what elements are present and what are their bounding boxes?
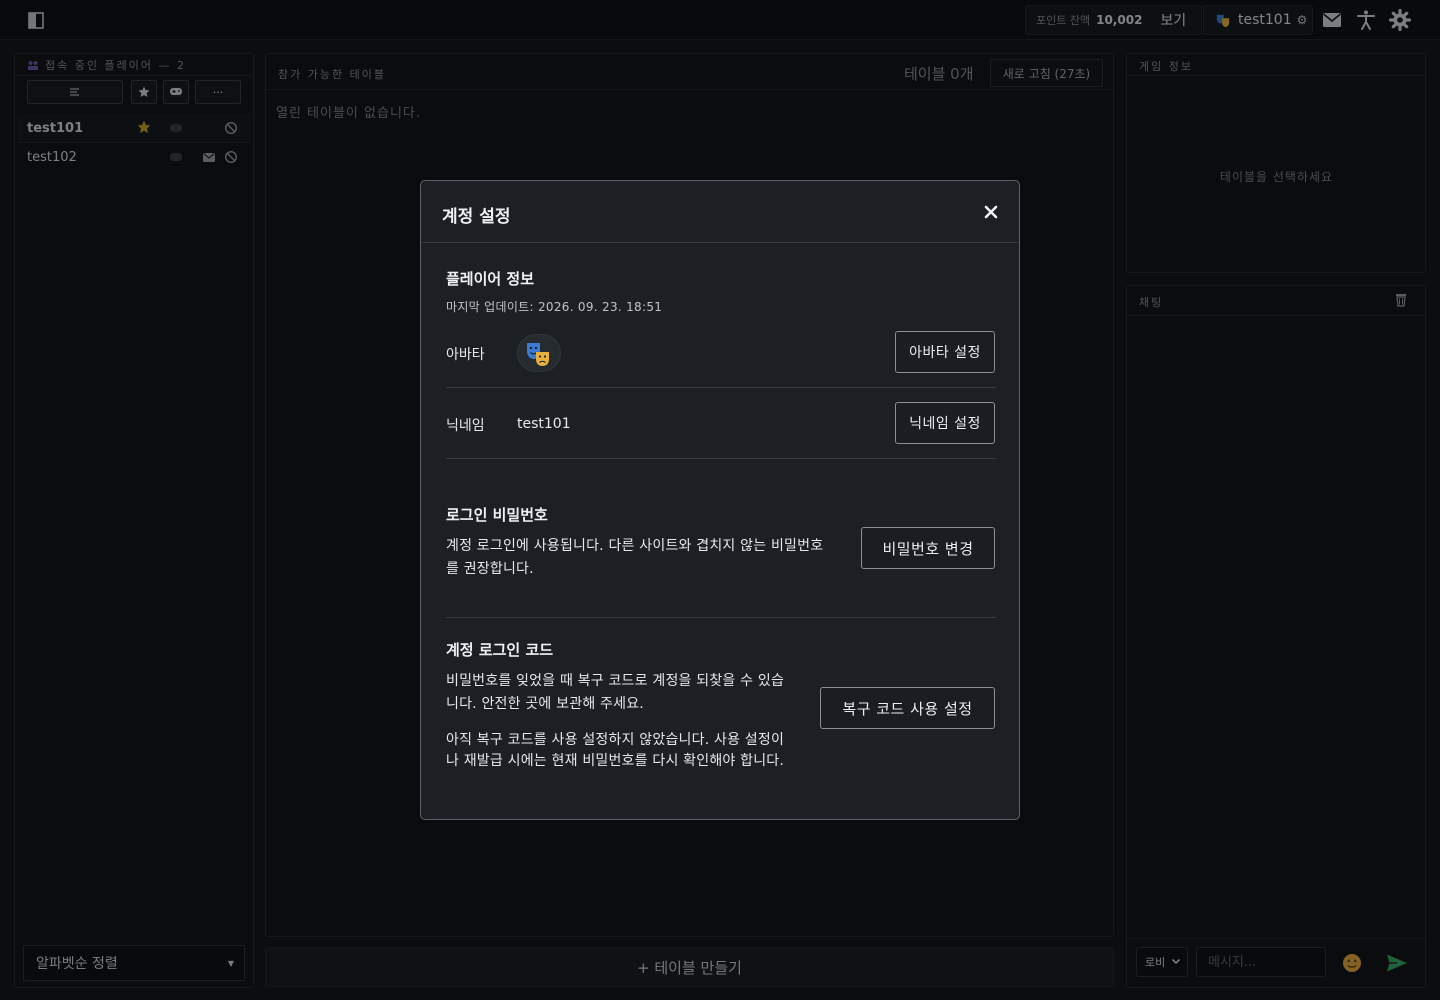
- nickname-label: 닉네임: [446, 418, 485, 434]
- modal-title: 계정 설정: [442, 207, 511, 227]
- avatar-label: 아바타: [446, 347, 485, 363]
- change-password-button[interactable]: 비밀번호 변경: [861, 527, 995, 569]
- code-note-line: 나 재발급 시에는 현재 비밀번호를 다시 확인해야 합니다.: [446, 753, 785, 769]
- theater-masks-icon: [527, 343, 549, 366]
- account-settings-modal: 계정 설정 플레이어 정보 마지막 업데이트: 2026. 09. 23. 18…: [420, 180, 1020, 820]
- password-desc-line: 를 권장합니다.: [446, 561, 534, 577]
- login-code-note: 아직 복구 코드를 사용 설정하지 않았습니다. 사용 설정이 나 재발급 시에…: [446, 730, 784, 772]
- nickname-settings-button[interactable]: 닉네임 설정: [895, 402, 995, 444]
- recovery-code-button[interactable]: 복구 코드 사용 설정: [820, 687, 995, 729]
- login-code-description: 비밀번호를 잊었을 때 복구 코드로 계정을 되찾을 수 있습 니다. 안전한 …: [446, 670, 784, 716]
- nickname-value: test101: [517, 416, 571, 432]
- code-desc-line: 니다. 안전한 곳에 보관해 주세요.: [446, 696, 644, 712]
- code-note-line: 아직 복구 코드를 사용 설정하지 않았습니다. 사용 설정이: [446, 732, 785, 748]
- password-title: 로그인 비밀번호: [446, 506, 548, 524]
- last-updated: 마지막 업데이트: 2026. 09. 23. 18:51: [446, 300, 663, 314]
- close-icon[interactable]: [982, 203, 1000, 221]
- modal-header: 계정 설정: [421, 181, 1019, 243]
- code-desc-line: 비밀번호를 잊었을 때 복구 코드로 계정을 되찾을 수 있습: [446, 673, 785, 689]
- login-code-title: 계정 로그인 코드: [446, 641, 554, 659]
- avatar-settings-button[interactable]: 아바타 설정: [895, 331, 995, 373]
- password-description: 계정 로그인에 사용됩니다. 다른 사이트와 겹치지 않는 비밀번호 를 권장합…: [446, 535, 823, 581]
- player-info-title: 플레이어 정보: [446, 270, 535, 288]
- avatar: [517, 334, 561, 372]
- password-desc-line: 계정 로그인에 사용됩니다. 다른 사이트와 겹치지 않는 비밀번호: [446, 538, 824, 554]
